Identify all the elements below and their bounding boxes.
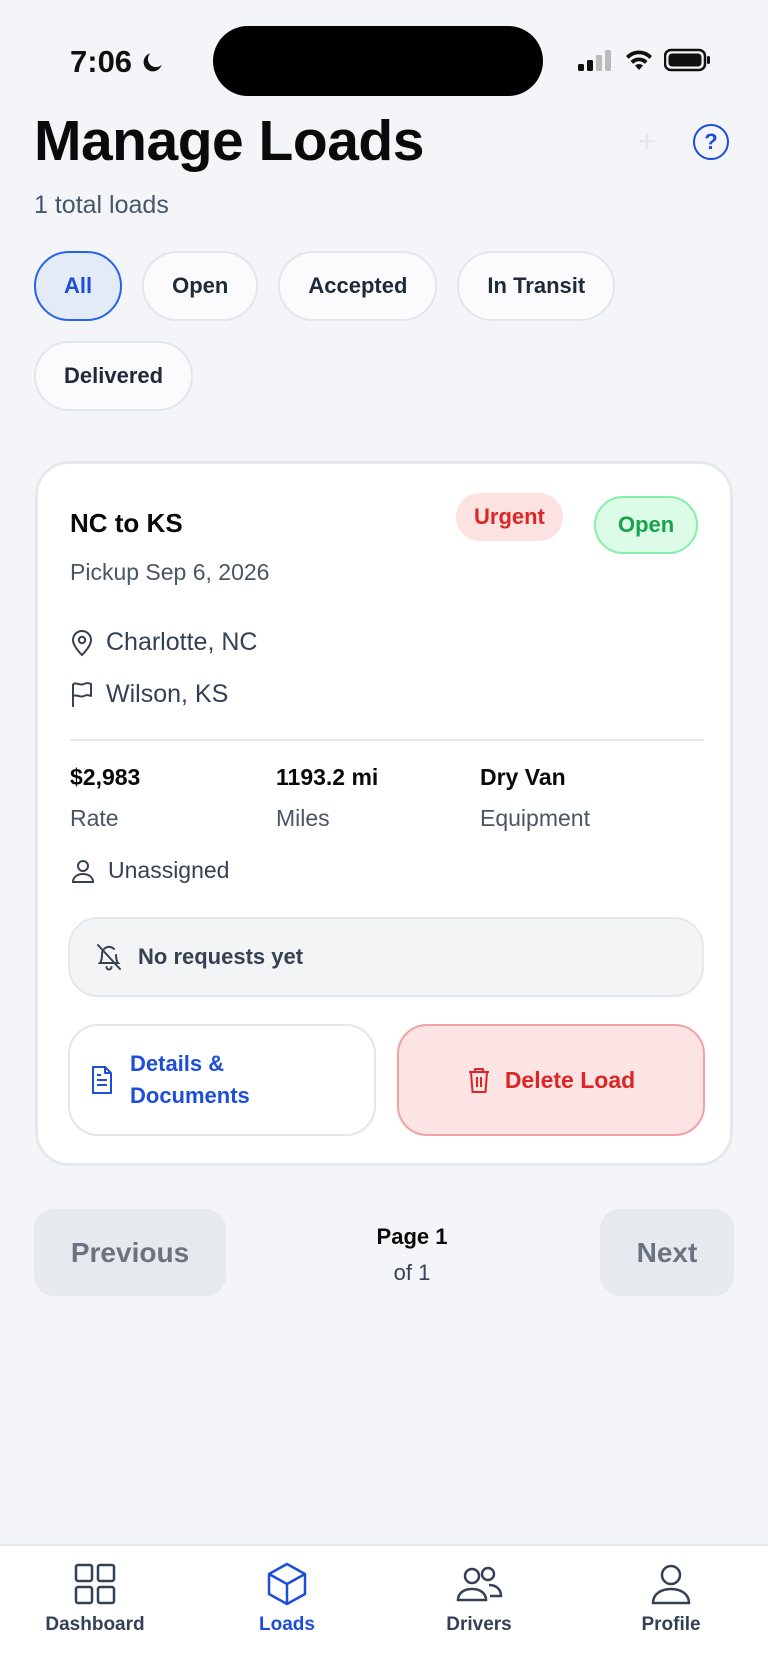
delete-load-button[interactable]: Delete Load: [397, 1024, 705, 1136]
help-circle-icon[interactable]: ?: [693, 124, 729, 160]
driver-status-text: Unassigned: [108, 857, 230, 883]
battery-icon: [664, 48, 710, 72]
filter-chip-open[interactable]: Open: [142, 251, 259, 321]
filter-chip-all[interactable]: All: [34, 251, 123, 321]
user-icon: [651, 1564, 691, 1605]
status-bar: 7:06: [0, 0, 768, 120]
moon-icon: [143, 53, 162, 72]
flag-icon: [72, 681, 92, 707]
trash-icon: [468, 1068, 489, 1093]
tab-drivers[interactable]: Drivers: [404, 1560, 554, 1636]
grid-icon: [74, 1563, 116, 1605]
box-icon: [267, 1562, 307, 1606]
tab-dashboard[interactable]: Dashboard: [20, 1560, 170, 1636]
dynamic-island: [213, 26, 543, 96]
total-pages: of 1: [393, 1260, 431, 1285]
load-route: NC to KS: [70, 508, 183, 538]
users-icon: [456, 1566, 503, 1602]
requests-panel: No requests yet: [68, 917, 704, 997]
signal-icon: [578, 50, 611, 71]
previous-page-button[interactable]: Previous: [34, 1209, 226, 1296]
urgent-badge: Urgent: [456, 493, 563, 541]
page-title: Manage Loads: [34, 109, 424, 173]
equipment-value: Dry Van: [480, 764, 566, 790]
current-page: Page 1: [376, 1224, 448, 1249]
status-filter-chips: All Open Accepted In Transit Delivered: [34, 251, 734, 411]
requests-text: No requests yet: [138, 944, 304, 969]
load-card[interactable]: NC to KS Pickup Sep 6, 2026 Urgent Open …: [35, 461, 733, 1166]
equipment-label: Equipment: [480, 805, 590, 831]
status-time: 7:06: [70, 44, 166, 80]
origin-location: Charlotte, NC: [70, 628, 257, 657]
origin-text: Charlotte, NC: [106, 628, 258, 656]
miles-label: Miles: [276, 805, 330, 831]
rate-stat: $2,983 Rate: [70, 764, 140, 832]
page-indicator: Page 1 of 1: [312, 1224, 512, 1286]
tab-profile[interactable]: Profile: [596, 1560, 746, 1636]
rate-label: Rate: [70, 805, 119, 831]
system-icons: [578, 48, 712, 72]
total-loads-count: 1 total loads: [34, 191, 169, 219]
wifi-icon: [626, 50, 652, 70]
card-divider: [70, 739, 704, 741]
tab-drivers-label: Drivers: [446, 1614, 512, 1635]
miles-stat: 1193.2 mi Miles: [276, 764, 378, 832]
tab-profile-label: Profile: [641, 1614, 701, 1635]
document-icon: [92, 1066, 112, 1094]
map-pin-icon: [71, 629, 93, 656]
status-time-text: 7:06: [70, 44, 133, 79]
equipment-stat: Dry Van Equipment: [480, 764, 590, 832]
details-button-line1: Details &: [130, 1051, 225, 1076]
help-glyph: ?: [704, 129, 718, 154]
filter-chip-accepted[interactable]: Accepted: [278, 251, 438, 321]
pickup-date: Pickup Sep 6, 2026: [70, 559, 270, 585]
filter-chip-in-transit[interactable]: In Transit: [457, 251, 616, 321]
status-badge: Open: [594, 496, 699, 554]
filter-chip-delivered[interactable]: Delivered: [34, 341, 194, 411]
details-documents-button[interactable]: Details & Documents: [68, 1024, 376, 1136]
delete-button-label: Delete Load: [504, 1066, 636, 1093]
destination-text: Wilson, KS: [106, 680, 229, 708]
tab-loads[interactable]: Loads: [212, 1560, 362, 1636]
tab-dashboard-label: Dashboard: [45, 1614, 145, 1635]
destination-location: Wilson, KS: [70, 680, 228, 709]
user-icon: [71, 859, 95, 883]
miles-value: 1193.2 mi: [276, 764, 379, 790]
plus-icon[interactable]: +: [631, 125, 663, 157]
rate-value: $2,983: [70, 764, 141, 790]
driver-assignment: Unassigned: [70, 857, 229, 884]
bell-off-icon: [97, 944, 121, 971]
details-button-line2: Documents: [130, 1083, 250, 1108]
bottom-tab-bar: Dashboard Loads Drivers Profile: [0, 1544, 768, 1668]
tab-loads-label: Loads: [259, 1614, 315, 1635]
details-button-label: Details & Documents: [130, 1048, 250, 1112]
next-page-button[interactable]: Next: [600, 1209, 734, 1296]
